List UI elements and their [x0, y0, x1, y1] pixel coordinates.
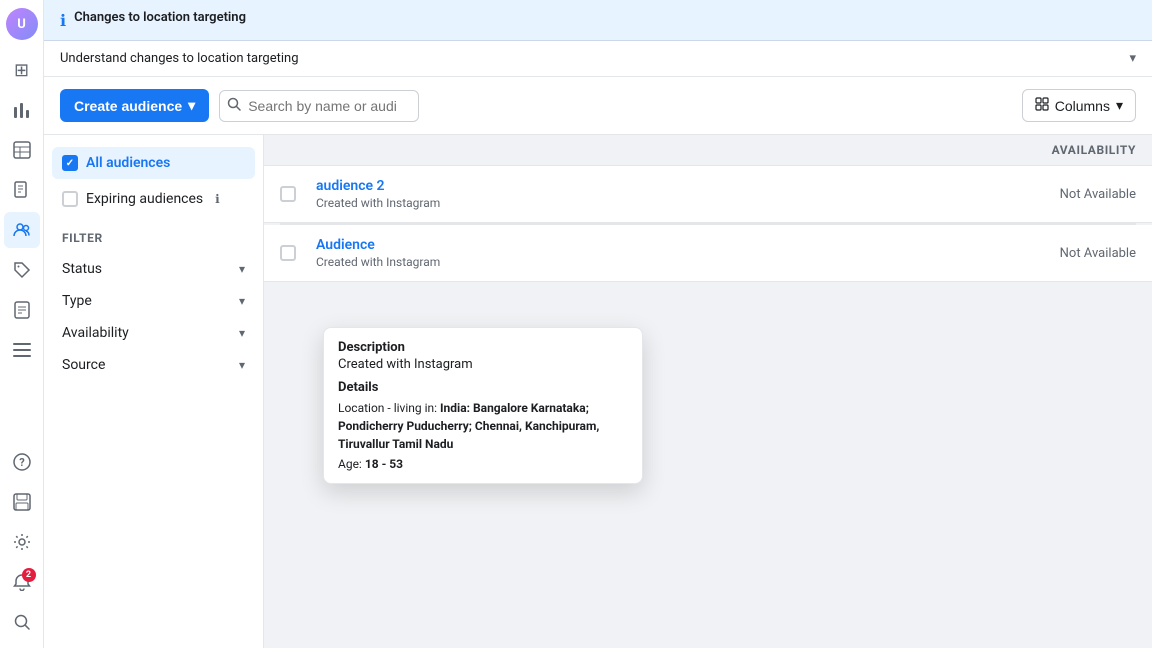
table-nav-icon[interactable]: [4, 132, 40, 168]
main-content: ℹ Changes to location targeting Understa…: [44, 0, 1152, 648]
settings-nav-icon[interactable]: [4, 524, 40, 560]
understand-chevron-icon: ▾: [1129, 51, 1136, 66]
availability-filter[interactable]: Availability ▾: [52, 317, 255, 349]
row1-checkbox[interactable]: [280, 186, 296, 202]
type-filter[interactable]: Type ▾: [52, 285, 255, 317]
status-filter[interactable]: Status ▾: [52, 253, 255, 285]
filter-title: Filter: [52, 227, 255, 253]
row1-name-link[interactable]: audience 2: [316, 178, 976, 194]
understand-text: Understand changes to location targeting: [60, 51, 299, 66]
columns-chevron-icon: ▾: [1116, 97, 1123, 114]
table-row[interactable]: audience 2 Created with Instagram Not Av…: [264, 166, 1152, 223]
page-nav-icon[interactable]: [4, 172, 40, 208]
table-area: Availability audience 2 Created with Ins…: [264, 135, 1152, 648]
all-audiences-label: All audiences: [86, 155, 170, 171]
row2-name-link[interactable]: Audience: [316, 237, 976, 253]
info-icon: ℹ: [60, 11, 66, 30]
tooltip-age-prefix: Age:: [338, 457, 365, 471]
expiring-audiences-label: Expiring audiences: [86, 191, 203, 207]
columns-button[interactable]: Columns ▾: [1022, 89, 1136, 122]
table-header: Availability: [264, 135, 1152, 166]
type-chevron-icon: ▾: [239, 294, 245, 308]
expiring-audiences-checkbox[interactable]: [62, 191, 78, 207]
tooltip-details-label: Details: [338, 380, 628, 395]
all-audiences-item[interactable]: ✓ All audiences: [52, 147, 255, 179]
source-filter-label: Source: [62, 357, 105, 373]
report-nav-icon[interactable]: [4, 292, 40, 328]
tooltip-age-value: 18 - 53: [365, 457, 403, 471]
tag-nav-icon[interactable]: [4, 252, 40, 288]
row2-sub: Created with Instagram: [316, 255, 976, 269]
header-availability: Availability: [976, 143, 1136, 157]
left-nav: U ⊞ ? 2: [0, 0, 44, 648]
create-audience-button[interactable]: Create audience ▾: [60, 89, 209, 122]
bell-nav-icon[interactable]: 2: [4, 564, 40, 600]
row2-availability: Not Available: [976, 246, 1136, 261]
audience-tooltip: Description Created with Instagram Detai…: [323, 327, 643, 484]
table-row[interactable]: Audience Created with Instagram Not Avai…: [264, 225, 1152, 282]
help-nav-icon[interactable]: ?: [4, 444, 40, 480]
row2-checkbox[interactable]: [280, 245, 296, 261]
source-chevron-icon: ▾: [239, 358, 245, 372]
location-targeting-banner: ℹ Changes to location targeting: [44, 0, 1152, 41]
tooltip-age: Age: 18 - 53: [338, 457, 628, 471]
columns-label: Columns: [1055, 98, 1110, 114]
search-bottom-icon[interactable]: [4, 604, 40, 640]
sidebar: ✓ All audiences Expiring audiences ℹ Fil…: [44, 135, 264, 648]
content-area: ✓ All audiences Expiring audiences ℹ Fil…: [44, 135, 1152, 648]
search-wrapper: [219, 90, 419, 122]
tooltip-description-value: Created with Instagram: [338, 357, 628, 372]
search-input[interactable]: [219, 90, 419, 122]
chart-nav-icon[interactable]: [4, 92, 40, 128]
tooltip-location-prefix: Location - living in:: [338, 401, 440, 415]
toolbar: Create audience ▾ Columns ▾: [44, 77, 1152, 135]
save-nav-icon[interactable]: [4, 484, 40, 520]
availability-chevron-icon: ▾: [239, 326, 245, 340]
create-chevron-icon: ▾: [188, 97, 195, 114]
audiences-nav-icon[interactable]: [4, 212, 40, 248]
avatar[interactable]: U: [6, 8, 38, 40]
row1-sub: Created with Instagram: [316, 196, 976, 210]
status-chevron-icon: ▾: [239, 262, 245, 276]
notification-badge: 2: [22, 568, 36, 582]
source-filter[interactable]: Source ▾: [52, 349, 255, 381]
banner-title: Changes to location targeting: [74, 10, 246, 25]
all-audiences-checkbox[interactable]: ✓: [62, 155, 78, 171]
understand-bar[interactable]: Understand changes to location targeting…: [44, 41, 1152, 77]
tooltip-description-label: Description: [338, 340, 628, 355]
expiring-info-icon: ℹ: [215, 192, 220, 206]
filter-section: Filter Status ▾ Type ▾ Availability ▾ So…: [52, 227, 255, 381]
create-audience-label: Create audience: [74, 98, 182, 114]
availability-filter-label: Availability: [62, 325, 129, 341]
type-filter-label: Type: [62, 293, 92, 309]
grid-nav-icon[interactable]: ⊞: [4, 52, 40, 88]
status-filter-label: Status: [62, 261, 102, 277]
expiring-audiences-item[interactable]: Expiring audiences ℹ: [52, 183, 255, 215]
svg-text:?: ?: [19, 456, 25, 469]
row1-availability: Not Available: [976, 187, 1136, 202]
tooltip-location: Location - living in: India: Bangalore K…: [338, 399, 628, 453]
columns-grid-icon: [1035, 97, 1049, 114]
menu-nav-icon[interactable]: [4, 332, 40, 368]
search-icon: [227, 97, 241, 115]
